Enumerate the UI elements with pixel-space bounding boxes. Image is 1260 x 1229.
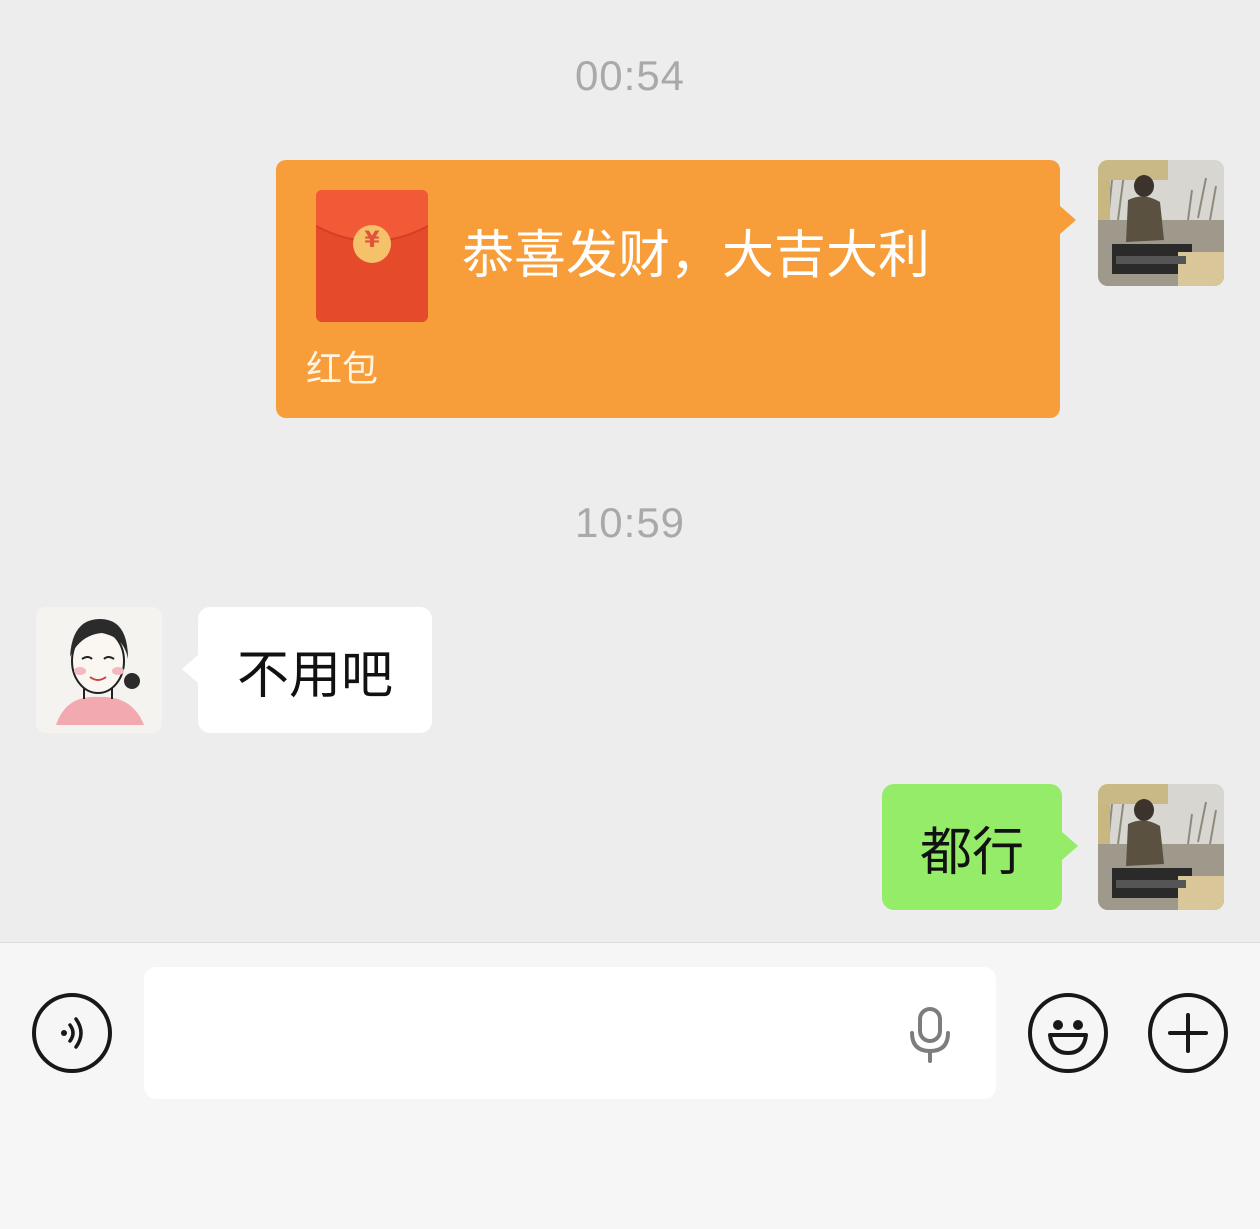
voice-mode-icon[interactable] [32,993,112,1073]
red-packet-label: 红包 [306,349,379,390]
red-packet-title: 恭喜发财，大吉大利 [462,226,931,286]
received-message-text: 不用吧 [236,645,393,706]
chat-input-bar [0,942,1260,1229]
message-input[interactable] [144,967,996,1099]
red-envelope-icon: ¥ [316,190,428,322]
sent-message-text: 都行 [919,822,1024,883]
received-message-bubble[interactable]: 不用吧 [182,607,432,733]
red-packet-message[interactable]: ¥ 恭喜发财，大吉大利 红包 [276,160,1076,418]
emoji-icon[interactable] [1028,993,1108,1073]
message-timestamp: 00:54 [574,52,686,99]
contact-avatar[interactable] [36,607,162,733]
my-avatar[interactable] [1098,160,1224,286]
microphone-icon[interactable] [906,1007,954,1063]
sent-message-bubble[interactable]: 都行 [882,784,1078,910]
my-avatar[interactable] [1098,784,1224,910]
message-timestamp: 10:59 [574,499,686,546]
currency-symbol: ¥ [364,228,380,253]
plus-icon[interactable] [1148,993,1228,1073]
